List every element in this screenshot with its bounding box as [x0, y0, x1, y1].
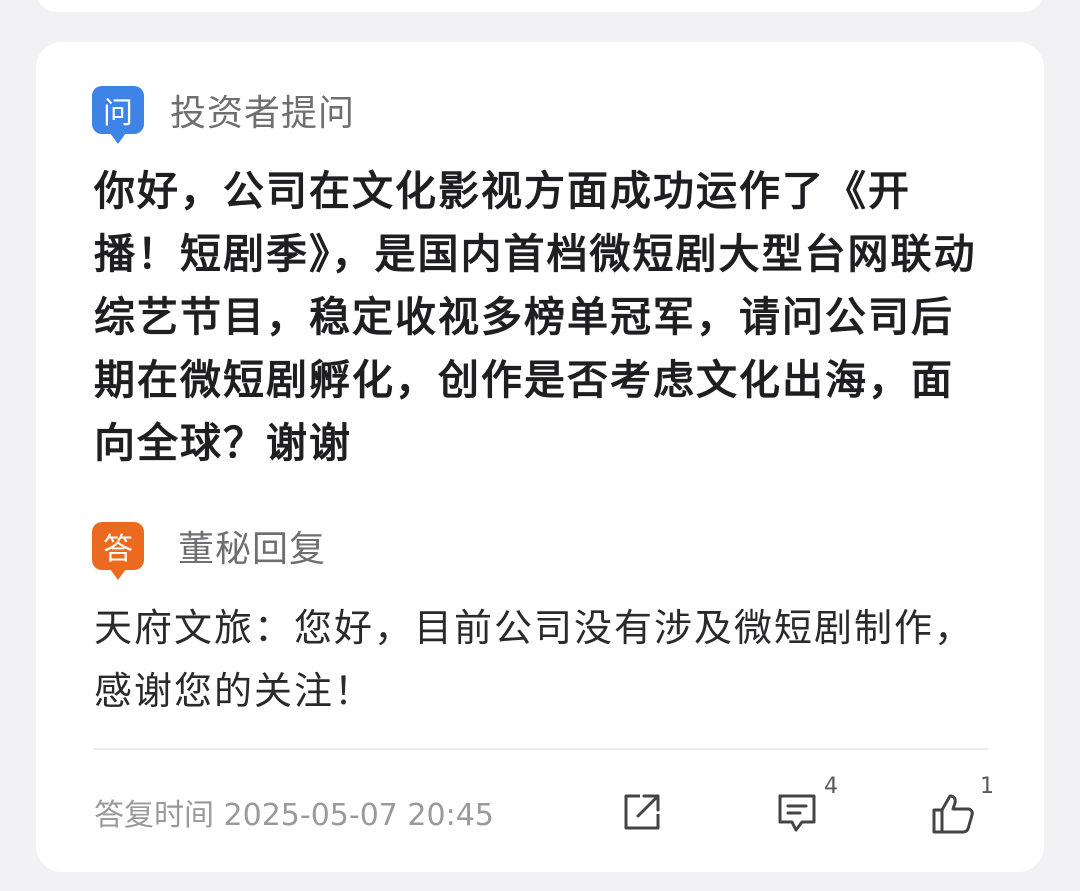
comment-icon: [778, 794, 816, 832]
answer-label: 董秘回复: [178, 529, 327, 570]
like-icon: [932, 794, 974, 834]
answer-header: 答 董秘回复: [92, 520, 327, 580]
like-count: 1: [980, 774, 994, 799]
question-badge: 问: [92, 86, 144, 144]
like-button[interactable]: 1: [924, 774, 994, 842]
question-header: 问 投资者提问: [92, 84, 356, 144]
answer-badge: 答: [92, 522, 144, 580]
question-label: 投资者提问: [170, 93, 356, 134]
share-icon: [624, 794, 660, 830]
divider: [94, 748, 988, 750]
reply-timestamp: 答复时间 2025-05-07 20:45: [94, 798, 494, 833]
question-text: 你好，公司在文化影视方面成功运作了《开播！短剧季》，是国内首档微短剧大型台网联动…: [94, 167, 977, 467]
answer-text: 天府文旅：您好，目前公司没有涉及微短剧制作，感谢您的关注！: [94, 606, 975, 713]
comment-button[interactable]: 4: [768, 774, 838, 842]
share-button[interactable]: [614, 782, 684, 842]
card-footer: 答复时间 2025-05-07 20:45 4 1: [94, 774, 994, 842]
comment-count: 4: [824, 774, 838, 799]
qa-card: 问 投资者提问 你好，公司在文化影视方面成功运作了《开播！短剧季》，是国内首档微…: [36, 42, 1044, 872]
previous-card: [36, 0, 1044, 12]
